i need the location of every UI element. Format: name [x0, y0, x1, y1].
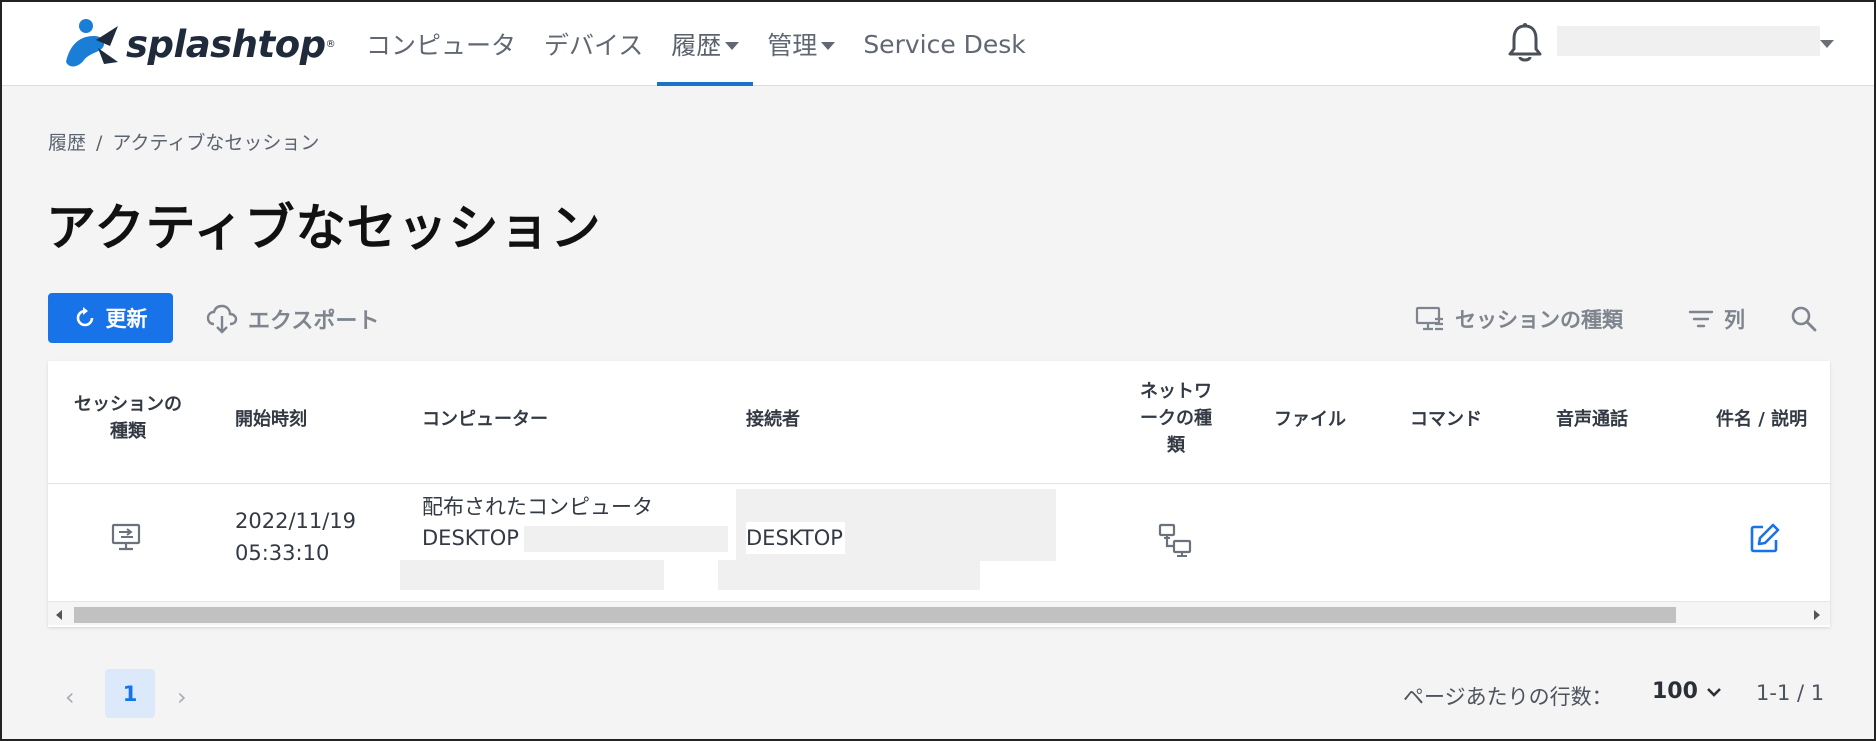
- col-connected-by[interactable]: 接続者: [746, 406, 800, 433]
- user-account-menu[interactable]: [1557, 26, 1820, 56]
- chevron-down-icon: [821, 42, 836, 50]
- nav-history-label: 履歴: [671, 31, 722, 60]
- splashtop-logo-icon: [66, 19, 118, 67]
- redacted-computer-detail: [400, 560, 664, 590]
- session-type-filter-label: セッションの種類: [1455, 308, 1623, 332]
- scrollbar-thumb[interactable]: [74, 607, 1676, 623]
- prev-page-icon[interactable]: ‹: [65, 683, 75, 711]
- rows-per-page-select[interactable]: 100: [1652, 679, 1722, 704]
- search-icon: [1791, 306, 1817, 332]
- nav-management[interactable]: 管理: [753, 2, 849, 86]
- table-row[interactable]: 2022/11/19 05:33:10 配布されたコンピュータ DESKTOP …: [48, 485, 1830, 600]
- sessions-table: セッションの 種類 開始時刻 コンピューター 接続者 ネットワ ークの種 類 フ…: [48, 361, 1830, 627]
- nav-devices-label: デバイス: [544, 31, 644, 60]
- app-window: splashtop ® コンピュータ デバイス 履歴 管理 Service De…: [0, 0, 1876, 741]
- top-navbar: splashtop ® コンピュータ デバイス 履歴 管理 Service De…: [2, 2, 1874, 86]
- rows-per-page-value: 100: [1652, 679, 1698, 704]
- breadcrumb-parent[interactable]: 履歴: [48, 132, 86, 154]
- refresh-icon: [76, 307, 93, 327]
- col-subject[interactable]: 件名 / 説明: [1716, 406, 1807, 433]
- breadcrumb: 履歴 / アクティブなセッション: [48, 128, 319, 155]
- computer-name: DESKTOP: [422, 526, 519, 550]
- remote-desktop-icon: [111, 523, 141, 551]
- chevron-down-icon[interactable]: [1820, 40, 1834, 48]
- col-session-type[interactable]: セッションの 種類: [68, 391, 188, 445]
- splashtop-logo[interactable]: splashtop ®: [60, 16, 336, 72]
- brand-reg-mark: ®: [325, 38, 336, 50]
- page-range: 1-1 / 1: [1756, 681, 1825, 705]
- next-page-icon[interactable]: ›: [177, 683, 187, 711]
- export-button[interactable]: エクスポート: [206, 302, 379, 336]
- export-button-label: エクスポート: [248, 309, 380, 334]
- nav-computers-label: コンピュータ: [366, 31, 517, 60]
- session-type-icon: [1415, 306, 1443, 331]
- refresh-button[interactable]: 更新: [48, 293, 173, 343]
- col-start-time[interactable]: 開始時刻: [235, 406, 307, 433]
- main-nav: コンピュータ デバイス 履歴 管理 Service Desk: [352, 2, 1040, 86]
- chevron-down-icon: [725, 42, 740, 50]
- col-voice-call[interactable]: 音声通話: [1556, 406, 1628, 433]
- nav-computers[interactable]: コンピュータ: [352, 2, 530, 86]
- refresh-button-label: 更新: [105, 307, 148, 331]
- col-command[interactable]: コマンド: [1410, 406, 1482, 433]
- bell-icon[interactable]: [1505, 22, 1545, 64]
- col-computer[interactable]: コンピューター: [422, 406, 548, 433]
- nav-history[interactable]: 履歴: [657, 2, 754, 86]
- start-date: 2022/11/19: [235, 509, 357, 533]
- col-file[interactable]: ファイル: [1274, 406, 1346, 433]
- cloud-download-icon: [206, 304, 238, 334]
- session-type-filter[interactable]: セッションの種類: [1415, 302, 1623, 336]
- columns-button[interactable]: 列: [1688, 302, 1745, 336]
- scroll-right-icon[interactable]: [1814, 610, 1820, 620]
- search-button[interactable]: [1790, 302, 1818, 336]
- breadcrumb-current: アクティブなセッション: [112, 132, 320, 154]
- page-1-button[interactable]: 1: [105, 669, 155, 718]
- brand-name: splashtop: [126, 22, 326, 66]
- nav-service-desk[interactable]: Service Desk: [849, 2, 1039, 86]
- breadcrumb-separator: /: [96, 132, 103, 154]
- chevron-down-icon: [1707, 687, 1721, 697]
- network-icon: [1158, 523, 1192, 557]
- page-title: アクティブなセッション: [46, 199, 602, 257]
- start-time: 05:33:10: [235, 541, 330, 565]
- redacted-computer-name: [524, 526, 728, 552]
- redacted-connected-detail: [718, 560, 980, 590]
- computer-group: 配布されたコンピュータ: [422, 495, 653, 519]
- table-header: セッションの 種類 開始時刻 コンピューター 接続者 ネットワ ークの種 類 フ…: [48, 361, 1830, 484]
- col-network-type[interactable]: ネットワ ークの種 類: [1126, 378, 1226, 459]
- edit-icon[interactable]: [1749, 522, 1781, 554]
- horizontal-scrollbar[interactable]: [48, 601, 1830, 625]
- nav-devices[interactable]: デバイス: [530, 2, 657, 86]
- filter-lines-icon: [1688, 310, 1714, 328]
- columns-button-label: 列: [1724, 308, 1745, 332]
- connected-by-name: DESKTOP: [746, 522, 845, 554]
- rows-per-page-label: ページあたりの行数：: [1403, 685, 1613, 709]
- scroll-left-icon[interactable]: [56, 610, 62, 620]
- nav-service-desk-label: Service Desk: [863, 29, 1026, 59]
- nav-management-label: 管理: [767, 31, 818, 60]
